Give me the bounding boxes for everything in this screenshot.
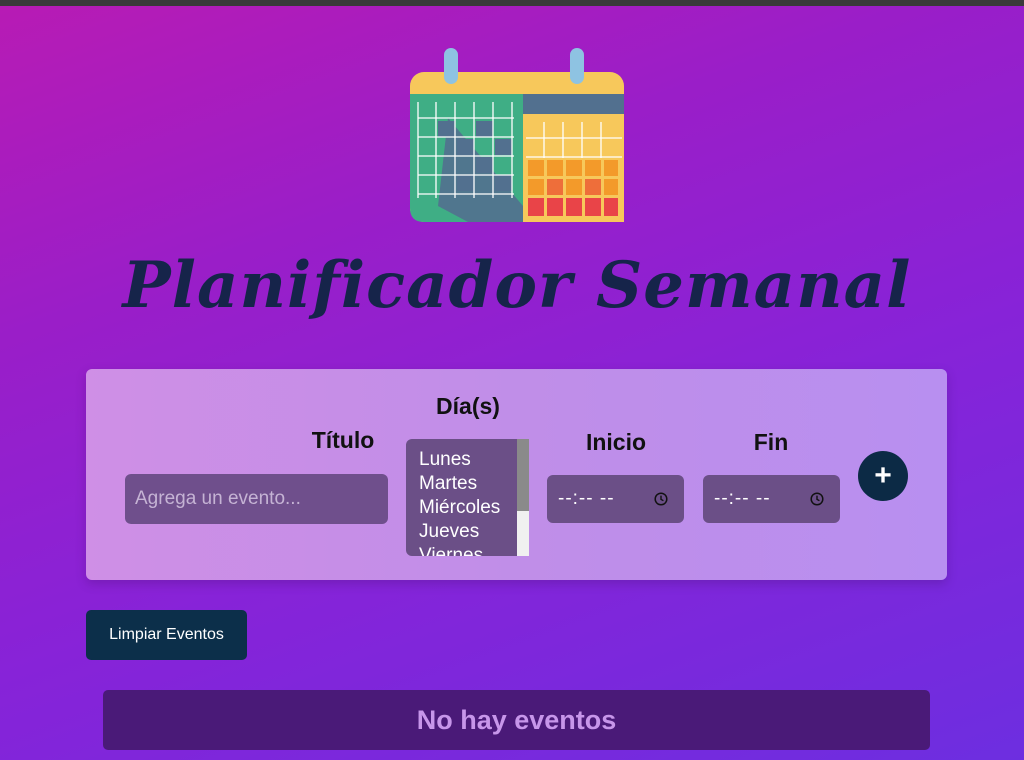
- empty-events-message: No hay eventos: [103, 690, 930, 750]
- page-title: Planificador Semanal: [122, 248, 912, 323]
- days-scrollbar[interactable]: [517, 439, 529, 556]
- add-event-button[interactable]: +: [858, 451, 908, 501]
- plus-icon: +: [874, 459, 892, 492]
- window-top-bar: [0, 0, 1024, 6]
- end-time-value: --:-- --: [714, 488, 771, 509]
- day-option-miercoles[interactable]: Miércoles: [406, 496, 529, 520]
- calendar-icon: [410, 48, 624, 222]
- scrollbar-thumb[interactable]: [517, 439, 529, 511]
- start-label: Inicio: [585, 429, 647, 455]
- day-option-viernes[interactable]: Viernes: [406, 544, 529, 556]
- end-time-input[interactable]: --:-- --: [703, 475, 840, 523]
- clock-icon[interactable]: [810, 492, 824, 506]
- start-time-input[interactable]: --:-- --: [547, 475, 684, 523]
- days-listbox[interactable]: Lunes Martes Miércoles Jueves Viernes: [406, 439, 529, 556]
- clock-icon[interactable]: [654, 492, 668, 506]
- day-option-jueves[interactable]: Jueves: [406, 520, 529, 544]
- day-option-lunes[interactable]: Lunes: [406, 448, 529, 472]
- days-label: Día(s): [436, 393, 500, 419]
- clear-events-button[interactable]: Limpiar Eventos: [86, 610, 247, 660]
- event-title-input[interactable]: Agrega un evento...: [125, 474, 388, 524]
- start-time-value: --:-- --: [558, 488, 615, 509]
- end-label: Fin: [753, 429, 789, 455]
- day-option-martes[interactable]: Martes: [406, 472, 529, 496]
- event-form: Título Día(s) Inicio Fin Agrega un event…: [86, 369, 947, 580]
